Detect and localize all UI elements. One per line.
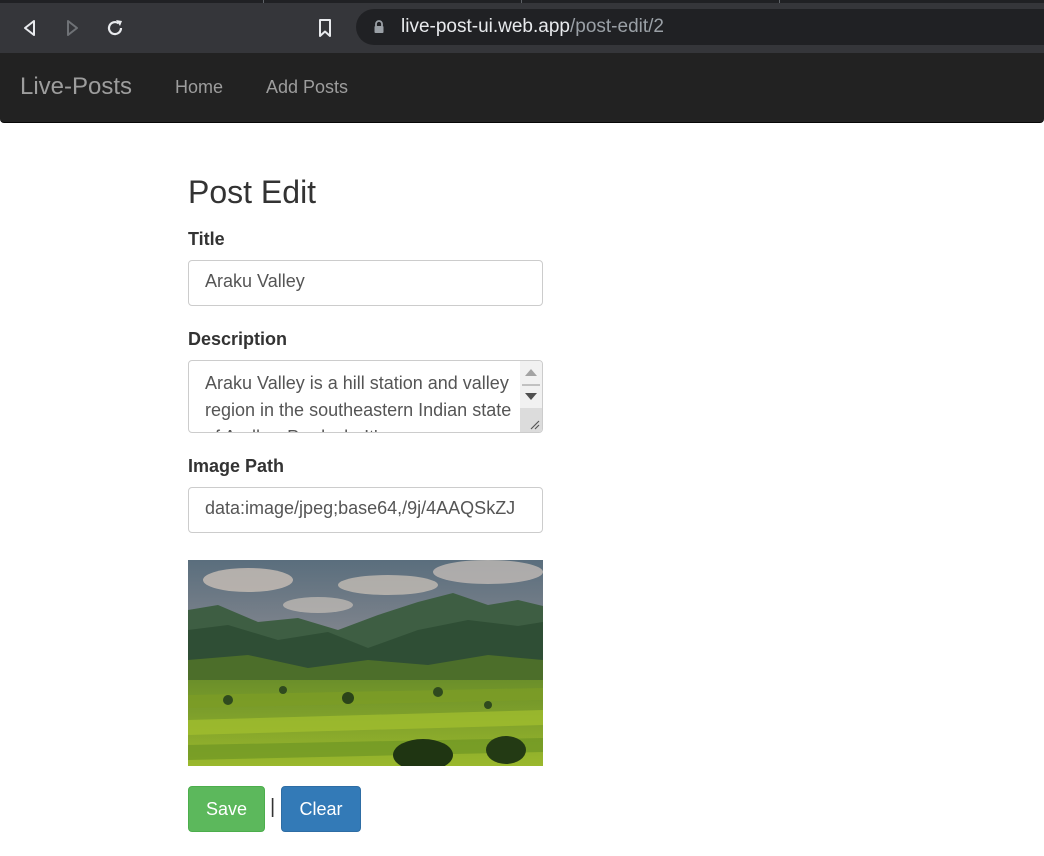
bookmark-icon: [319, 19, 331, 37]
image-path-label: Image Path: [188, 456, 285, 476]
description-text: Araku Valley is a hill station and valle…: [205, 373, 512, 432]
app-navbar: Live-Posts Home Add Posts: [0, 53, 1044, 123]
tab-strip: [0, 0, 1044, 3]
nav-link-add-posts[interactable]: Add Posts: [266, 77, 348, 98]
save-button[interactable]: Save: [188, 786, 265, 832]
forward-button[interactable]: [58, 14, 86, 42]
forward-icon: [67, 20, 78, 36]
url-text[interactable]: live-post-ui.web.app/post-edit/2: [401, 16, 664, 38]
browser-toolbar: live-post-ui.web.app/post-edit/2: [0, 0, 1044, 53]
url-host: live-post-ui.web.app: [401, 16, 570, 37]
resize-handle-icon[interactable]: [528, 418, 540, 430]
tab-divider: [779, 0, 780, 3]
scroll-down-arrow-icon[interactable]: [525, 393, 537, 400]
description-label: Description: [188, 329, 288, 349]
image-path-input[interactable]: data:image/jpeg;base64,/9j/4AAQSkZJ: [188, 487, 543, 533]
reload-icon: [107, 20, 123, 36]
post-image-preview: [188, 560, 543, 766]
lock-icon: [374, 20, 384, 33]
back-button[interactable]: [16, 14, 44, 42]
navbar-brand[interactable]: Live-Posts: [20, 73, 132, 101]
nav-link-home[interactable]: Home: [175, 77, 223, 98]
tab-divider: [521, 0, 522, 3]
tab-divider: [263, 0, 264, 3]
title-input[interactable]: Araku Valley: [188, 260, 543, 306]
button-separator: |: [270, 796, 276, 818]
scroll-up-arrow-icon[interactable]: [525, 369, 537, 376]
clear-button[interactable]: Clear: [281, 786, 361, 832]
page-title: Post Edit: [188, 174, 317, 210]
bookmark-button[interactable]: [311, 14, 339, 42]
reload-button[interactable]: [101, 14, 129, 42]
title-label: Title: [188, 229, 225, 249]
back-icon: [24, 20, 35, 36]
scroll-thumb[interactable]: [522, 384, 540, 386]
description-textarea[interactable]: Araku Valley is a hill station and valle…: [188, 360, 543, 433]
url-path: /post-edit/2: [569, 16, 664, 37]
